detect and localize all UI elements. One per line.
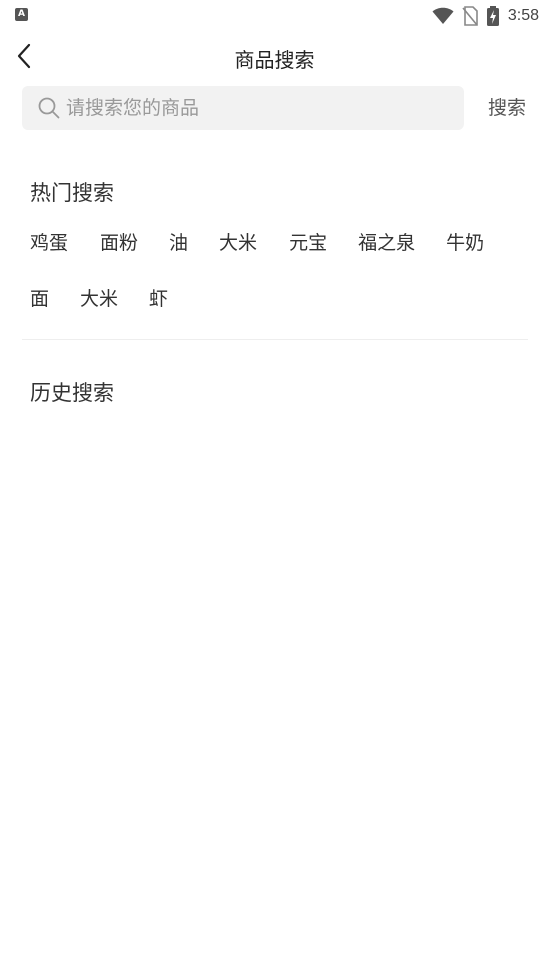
hot-search-tag[interactable]: 大米: [219, 230, 257, 256]
header: 商品搜索: [0, 34, 549, 78]
hot-search-tag[interactable]: 虾: [149, 286, 168, 312]
page-title: 商品搜索: [234, 48, 315, 72]
wifi-icon: [432, 7, 454, 24]
search-icon: [38, 97, 60, 119]
hot-search-row: 面 大米 虾: [30, 286, 168, 312]
status-bar: A 3:58: [0, 0, 549, 32]
hot-search-tag[interactable]: 大米: [80, 286, 118, 312]
no-sim-icon: [462, 6, 478, 26]
hot-search-tag[interactable]: 鸡蛋: [30, 230, 68, 256]
hot-search-tag[interactable]: 油: [169, 230, 188, 256]
hot-search-title: 热门搜索: [30, 181, 114, 205]
search-input[interactable]: [66, 86, 456, 130]
search-bar: 搜索: [0, 86, 549, 131]
battery-charging-icon: [486, 6, 499, 26]
app-notification-icon: A: [15, 8, 28, 21]
history-search-title: 历史搜索: [30, 381, 114, 405]
status-time: 3:58: [507, 7, 539, 24]
hot-search-tag[interactable]: 面粉: [100, 230, 138, 256]
hot-search-tag[interactable]: 牛奶: [446, 230, 484, 256]
search-box[interactable]: [22, 86, 464, 130]
search-button[interactable]: 搜索: [484, 94, 530, 122]
hot-search-tag[interactable]: 元宝: [289, 230, 327, 256]
hot-search-row: 鸡蛋 面粉 油 大米 元宝 福之泉 牛奶: [30, 230, 484, 256]
hot-search-tag[interactable]: 福之泉: [358, 230, 415, 256]
hot-search-tag[interactable]: 面: [30, 286, 49, 312]
status-icons: 3:58: [432, 5, 539, 27]
section-divider: [22, 339, 528, 340]
